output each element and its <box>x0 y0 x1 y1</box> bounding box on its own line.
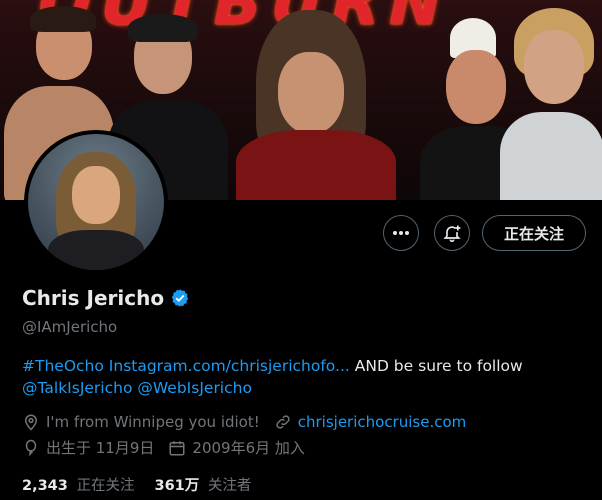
profile-handle: @IAmJericho <box>22 318 118 336</box>
ellipsis-icon <box>393 231 409 235</box>
bio-instagram-link[interactable]: Instagram.com/chrisjerichofo... <box>109 357 350 375</box>
notifications-button[interactable] <box>434 215 470 251</box>
birthday-item: 出生于 11月9日 <box>22 437 154 458</box>
website-item[interactable]: chrisjerichocruise.com <box>274 413 467 431</box>
bio-text: AND be sure to follow <box>354 357 523 375</box>
location-item: I'm from Winnipeg you idiot! <box>22 413 260 431</box>
followers-stat[interactable]: 361万 关注者 <box>154 474 251 495</box>
following-label: 正在关注 <box>76 478 135 494</box>
profile-avatar[interactable] <box>24 130 168 274</box>
profile-bio: #TheOcho Instagram.com/chrisjerichofo...… <box>22 355 582 399</box>
following-stat[interactable]: 2,343 正在关注 <box>22 474 134 495</box>
profile-stats: 2,343 正在关注 361万 关注者 <box>22 474 271 495</box>
verified-badge-icon[interactable] <box>170 288 190 308</box>
joined-text: 2009年6月 加入 <box>192 439 305 457</box>
location-text: I'm from Winnipeg you idiot! <box>46 413 260 431</box>
balloon-icon <box>25 439 37 456</box>
profile-name: Chris Jericho <box>22 286 165 310</box>
bio-mention-talkisjericho[interactable]: @TalkIsJericho <box>22 379 132 397</box>
following-button[interactable]: 正在关注 <box>482 215 586 251</box>
following-count: 2,343 <box>22 478 68 494</box>
bio-hashtag-link[interactable]: #TheOcho <box>22 357 104 375</box>
location-pin-icon <box>24 414 38 431</box>
bio-mention-webisjericho[interactable]: @WebIsJericho <box>137 379 252 397</box>
joined-item: 2009年6月 加入 <box>168 437 305 458</box>
more-options-button[interactable] <box>383 215 419 251</box>
bell-plus-icon <box>443 225 461 243</box>
profile-meta-row-1: I'm from Winnipeg you idiot! chrisjerich… <box>22 413 480 431</box>
followers-label: 关注者 <box>207 478 252 494</box>
profile-name-row: Chris Jericho <box>22 286 190 310</box>
birthday-text: 出生于 11月9日 <box>46 439 155 457</box>
followers-count: 361万 <box>154 478 200 494</box>
website-link[interactable]: chrisjerichocruise.com <box>298 413 467 431</box>
profile-meta-row-2: 出生于 11月9日 2009年6月 加入 <box>22 437 319 458</box>
link-icon <box>276 415 290 429</box>
calendar-icon <box>169 440 185 455</box>
